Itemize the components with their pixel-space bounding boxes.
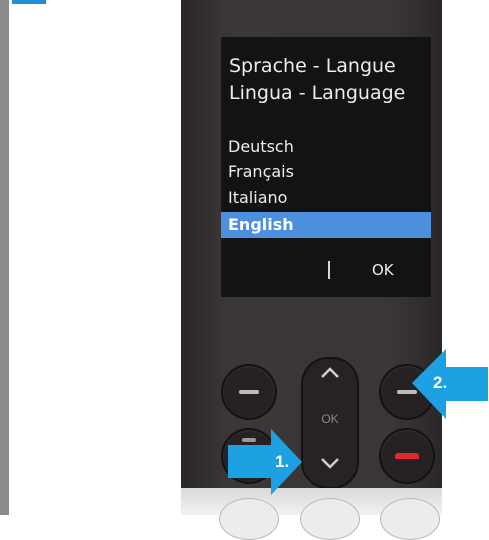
language-option-italiano[interactable]: Italiano: [228, 188, 287, 207]
nav-ok-label[interactable]: OK: [303, 412, 357, 426]
keypad-key-1[interactable]: [219, 498, 279, 540]
softkey-separator: [328, 261, 330, 279]
phone-display: Sprache - Langue Lingua - Language Deuts…: [221, 37, 431, 297]
callout-label-step1: 1.: [275, 452, 290, 471]
keypad-key-2[interactable]: [300, 498, 360, 540]
page-edge-accent: [12, 0, 46, 4]
language-option-deutsch[interactable]: Deutsch: [228, 137, 294, 156]
language-title-line1: Sprache - Langue: [229, 55, 396, 77]
end-call-button[interactable]: [379, 428, 435, 484]
language-title-line2: Lingua - Language: [229, 82, 406, 104]
chevron-down-icon[interactable]: [303, 455, 357, 475]
callout-arrow-step2: [412, 349, 488, 419]
handset-hangup-icon: [395, 453, 419, 459]
navigation-key[interactable]: OK: [301, 357, 359, 489]
callout-arrow-step1: [228, 429, 302, 495]
left-softkey-button[interactable]: [221, 364, 277, 420]
chevron-up-icon[interactable]: [303, 365, 357, 385]
minus-icon: [239, 390, 259, 394]
language-option-english[interactable]: English: [228, 215, 294, 234]
callout-label-step2: 2.: [433, 373, 448, 392]
softkey-ok-label[interactable]: OK: [372, 261, 394, 279]
language-option-francais[interactable]: Français: [228, 162, 294, 181]
page-edge-bar: [0, 0, 9, 515]
keypad-key-3[interactable]: [380, 498, 440, 540]
